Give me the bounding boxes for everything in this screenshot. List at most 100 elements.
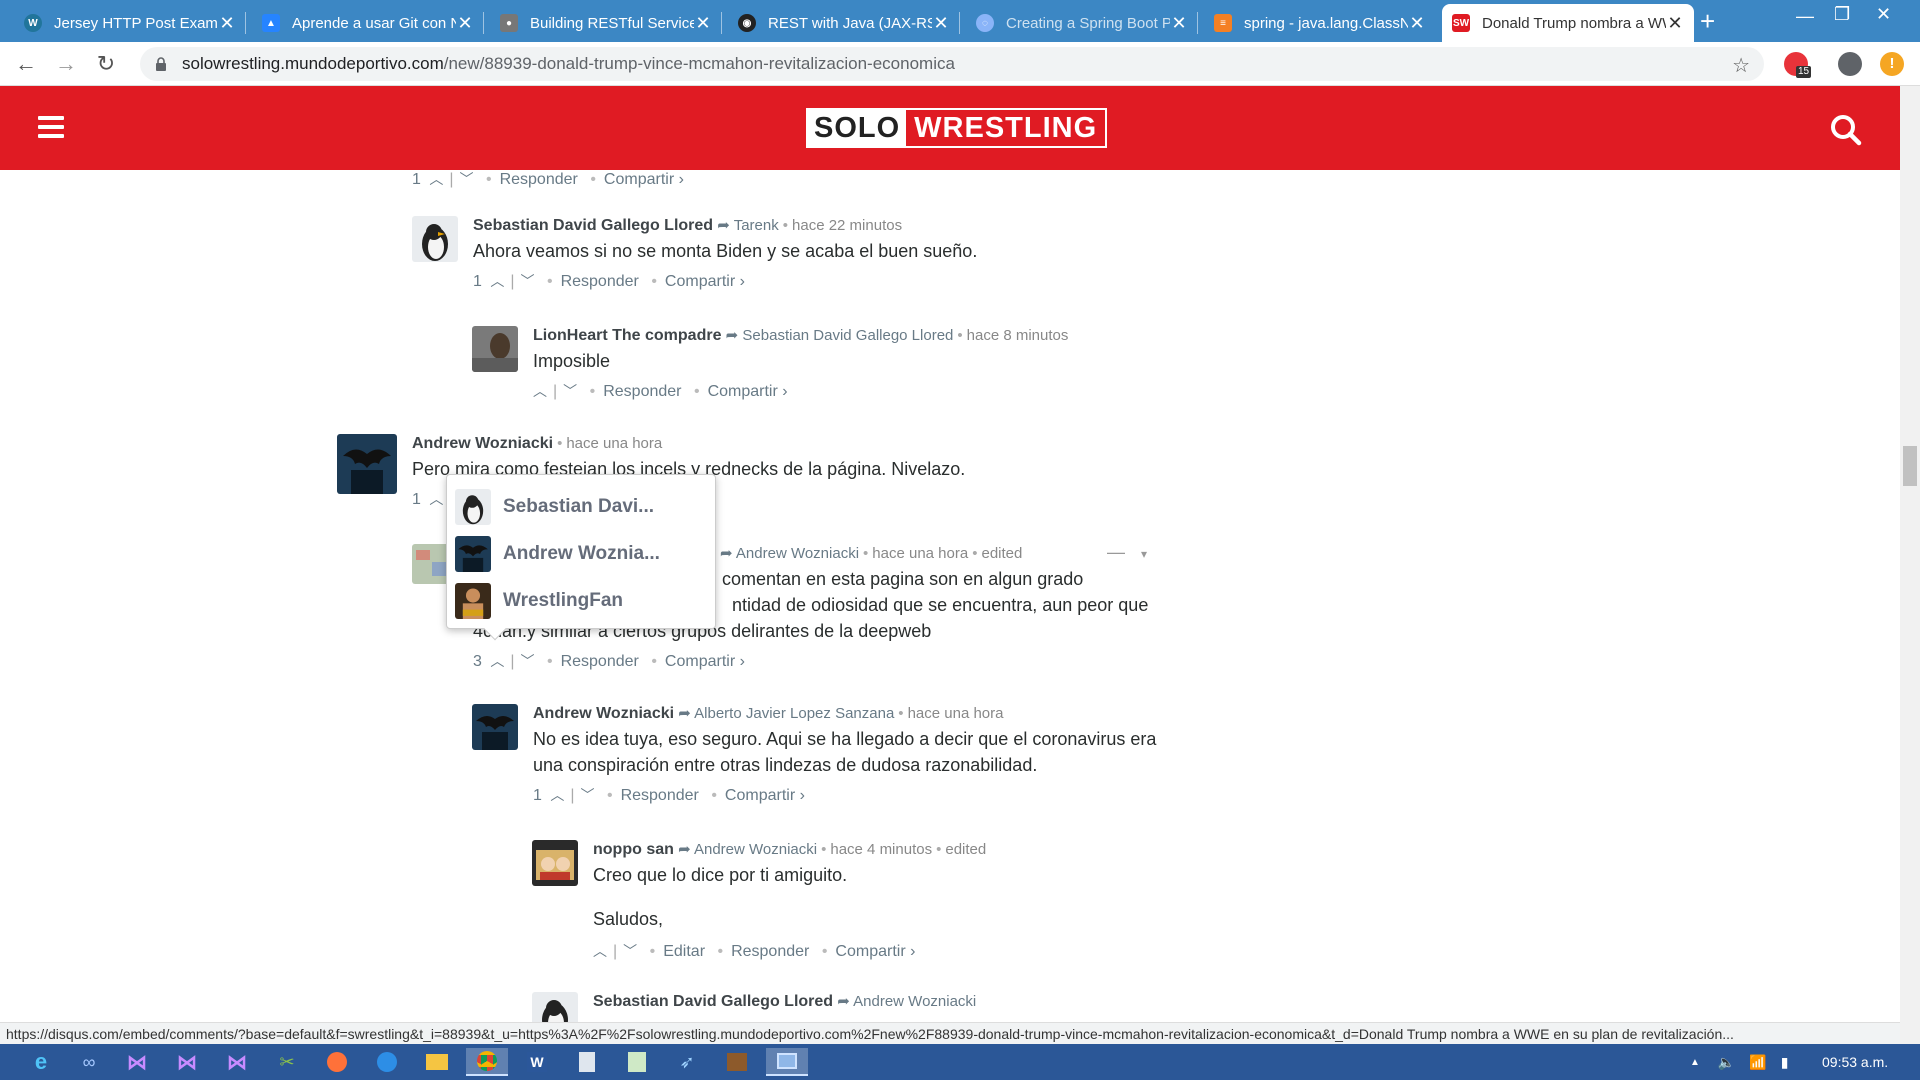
comment-author[interactable]: noppo san [593,841,674,858]
comment-author[interactable]: Sebastian David Gallego Llored [593,993,833,1010]
downvote-icon[interactable]: ﹀ [460,170,474,192]
comment-time[interactable]: hace 22 minutos [792,217,902,234]
reply-target[interactable]: Andrew Wozniacki [853,993,976,1010]
penguin-avatar[interactable] [532,992,578,1025]
upvote-icon[interactable]: ︿ [429,170,443,192]
upvote-icon[interactable]: ︿ [429,486,443,512]
visual-studio-icon[interactable]: ⋈ [166,1048,208,1076]
browser-tab[interactable]: ▲ Aprende a usar Git con NetBeans ✕ [252,4,484,42]
comment-time[interactable]: hace una hora [908,705,1004,722]
new-tab-button[interactable]: + [1700,6,1715,37]
comment-author[interactable]: Andrew Wozniacki [412,435,553,452]
reply-target[interactable]: Sebastian David Gallego Llored [742,327,953,344]
reply-link[interactable]: Responder [561,653,639,670]
share-link[interactable]: Compartir › [665,273,745,290]
reply-link[interactable]: Responder [621,787,699,804]
reply-link[interactable]: Responder [603,383,681,400]
close-tab-icon[interactable]: ✕ [694,13,712,34]
reply-target[interactable]: Andrew Wozniacki [694,841,817,858]
share-link[interactable]: Compartir › [708,383,788,400]
notepad-icon[interactable] [566,1048,608,1076]
user-avatar[interactable] [472,326,518,372]
comment-author[interactable]: Sebastian David Gallego Llored [473,217,713,234]
page-scrollbar[interactable] [1900,86,1920,1046]
back-arrow-icon[interactable]: ← [12,50,40,78]
comment-menu-icon[interactable]: ▾ [1141,544,1147,564]
share-link[interactable]: Compartir › [725,787,805,804]
site-logo[interactable]: SOLO WRESTLING [806,108,1108,148]
upvoter-item[interactable]: Andrew Woznia... [455,530,707,577]
downvote-icon[interactable]: ﹀ [563,378,577,404]
browser-tab[interactable]: ≡ spring - java.lang.ClassNotFound ✕ [1204,4,1436,42]
share-link[interactable]: Compartir › [665,653,745,670]
comment-author[interactable]: Andrew Wozniacki [533,705,674,722]
reply-link[interactable]: Responder [731,943,809,960]
internet-explorer-icon[interactable]: e [20,1048,62,1076]
share-link[interactable]: Compartir › [604,171,684,188]
firefox-icon[interactable] [316,1048,358,1076]
close-tab-icon[interactable]: ✕ [932,13,950,34]
close-tab-icon[interactable]: ✕ [1408,13,1426,34]
browser-tab-active[interactable]: SW Donald Trump nombra a WWE ✕ [1442,4,1694,42]
edit-link[interactable]: Editar [663,943,705,960]
scrollbar-thumb[interactable] [1903,446,1917,486]
app-icon[interactable] [716,1048,758,1076]
hamburger-menu-icon[interactable] [38,116,64,138]
visual-studio-code-icon[interactable]: ⋈ [216,1048,258,1076]
volume-icon[interactable]: 🔈 [1718,1054,1735,1071]
upvoter-item[interactable]: WrestlingFan [455,577,707,624]
reply-target[interactable]: Tarenk [734,217,779,234]
browser-tab[interactable]: W Jersey HTTP Post Example ✕ [14,4,246,42]
close-tab-icon[interactable]: ✕ [1666,13,1684,34]
edge-icon[interactable] [366,1048,408,1076]
remote-desktop-icon[interactable]: ➶ [666,1048,708,1076]
upvote-icon[interactable]: ︿ [593,938,607,964]
reload-icon[interactable]: ↻ [92,50,120,78]
browser-tab[interactable]: ● Building RESTful Services ✕ [490,4,722,42]
close-window-icon[interactable]: ✕ [1876,4,1891,25]
downvote-icon[interactable]: ﹀ [521,648,535,674]
upvote-icon[interactable]: ︿ [533,378,547,404]
downvote-icon[interactable]: ﹀ [623,938,637,964]
tray-expand-icon[interactable]: ▲ [1690,1057,1700,1068]
maximize-icon[interactable]: ❐ [1834,4,1850,25]
search-icon[interactable] [1830,114,1862,146]
downvote-icon[interactable]: ﹀ [581,782,595,808]
notepad-plus-icon[interactable] [616,1048,658,1076]
network-icon[interactable]: 📶 [1749,1054,1766,1071]
browser-tab[interactable]: ◉ REST with Java (JAX-RS) ✕ [728,4,960,42]
reply-target[interactable]: Alberto Javier Lopez Sanzana [694,705,894,722]
collapse-icon[interactable]: — [1107,542,1125,562]
share-link[interactable]: Compartir › [835,943,915,960]
batman-avatar[interactable] [337,434,397,494]
penguin-avatar[interactable] [412,216,458,262]
batman-avatar[interactable] [472,704,518,750]
visual-studio-icon[interactable]: ⋈ [116,1048,158,1076]
netbeans-icon[interactable]: ∞ [68,1048,110,1076]
reply-link[interactable]: Responder [561,273,639,290]
comment-time[interactable]: hace 8 minutos [967,327,1069,344]
bookmark-star-icon[interactable]: ☆ [1732,53,1750,78]
app-window-icon[interactable] [766,1048,808,1076]
close-tab-icon[interactable]: ✕ [218,13,236,34]
taskbar-clock[interactable]: 09:53 a.m. [1822,1054,1888,1070]
comment-time[interactable]: hace 4 minutos [830,841,932,858]
minimize-icon[interactable]: — [1796,6,1814,27]
upvoter-item[interactable]: Sebastian Davi... [455,483,707,530]
close-tab-icon[interactable]: ✕ [1170,13,1188,34]
file-explorer-icon[interactable] [416,1048,458,1076]
chrome-icon[interactable] [466,1048,508,1076]
comment-time[interactable]: hace una hora [872,545,968,562]
comment-time[interactable]: hace una hora [566,435,662,452]
extension-icon[interactable]: 15 [1784,52,1812,78]
upvote-icon[interactable]: ︿ [550,782,564,808]
update-warning-icon[interactable]: ! [1880,52,1904,76]
comment-author[interactable]: LionHeart The compadre [533,327,721,344]
forward-arrow-icon[interactable]: → [52,50,80,78]
close-tab-icon[interactable]: ✕ [456,13,474,34]
browser-tab[interactable]: ◌ Creating a Spring Boot Project ✕ [966,4,1198,42]
profile-avatar-icon[interactable] [1838,52,1862,76]
tools-icon[interactable]: ✂ [266,1048,308,1076]
reply-target[interactable]: Andrew Wozniacki [736,545,859,562]
address-bar[interactable]: solowrestling.mundodeportivo.com/new/889… [140,47,1764,81]
